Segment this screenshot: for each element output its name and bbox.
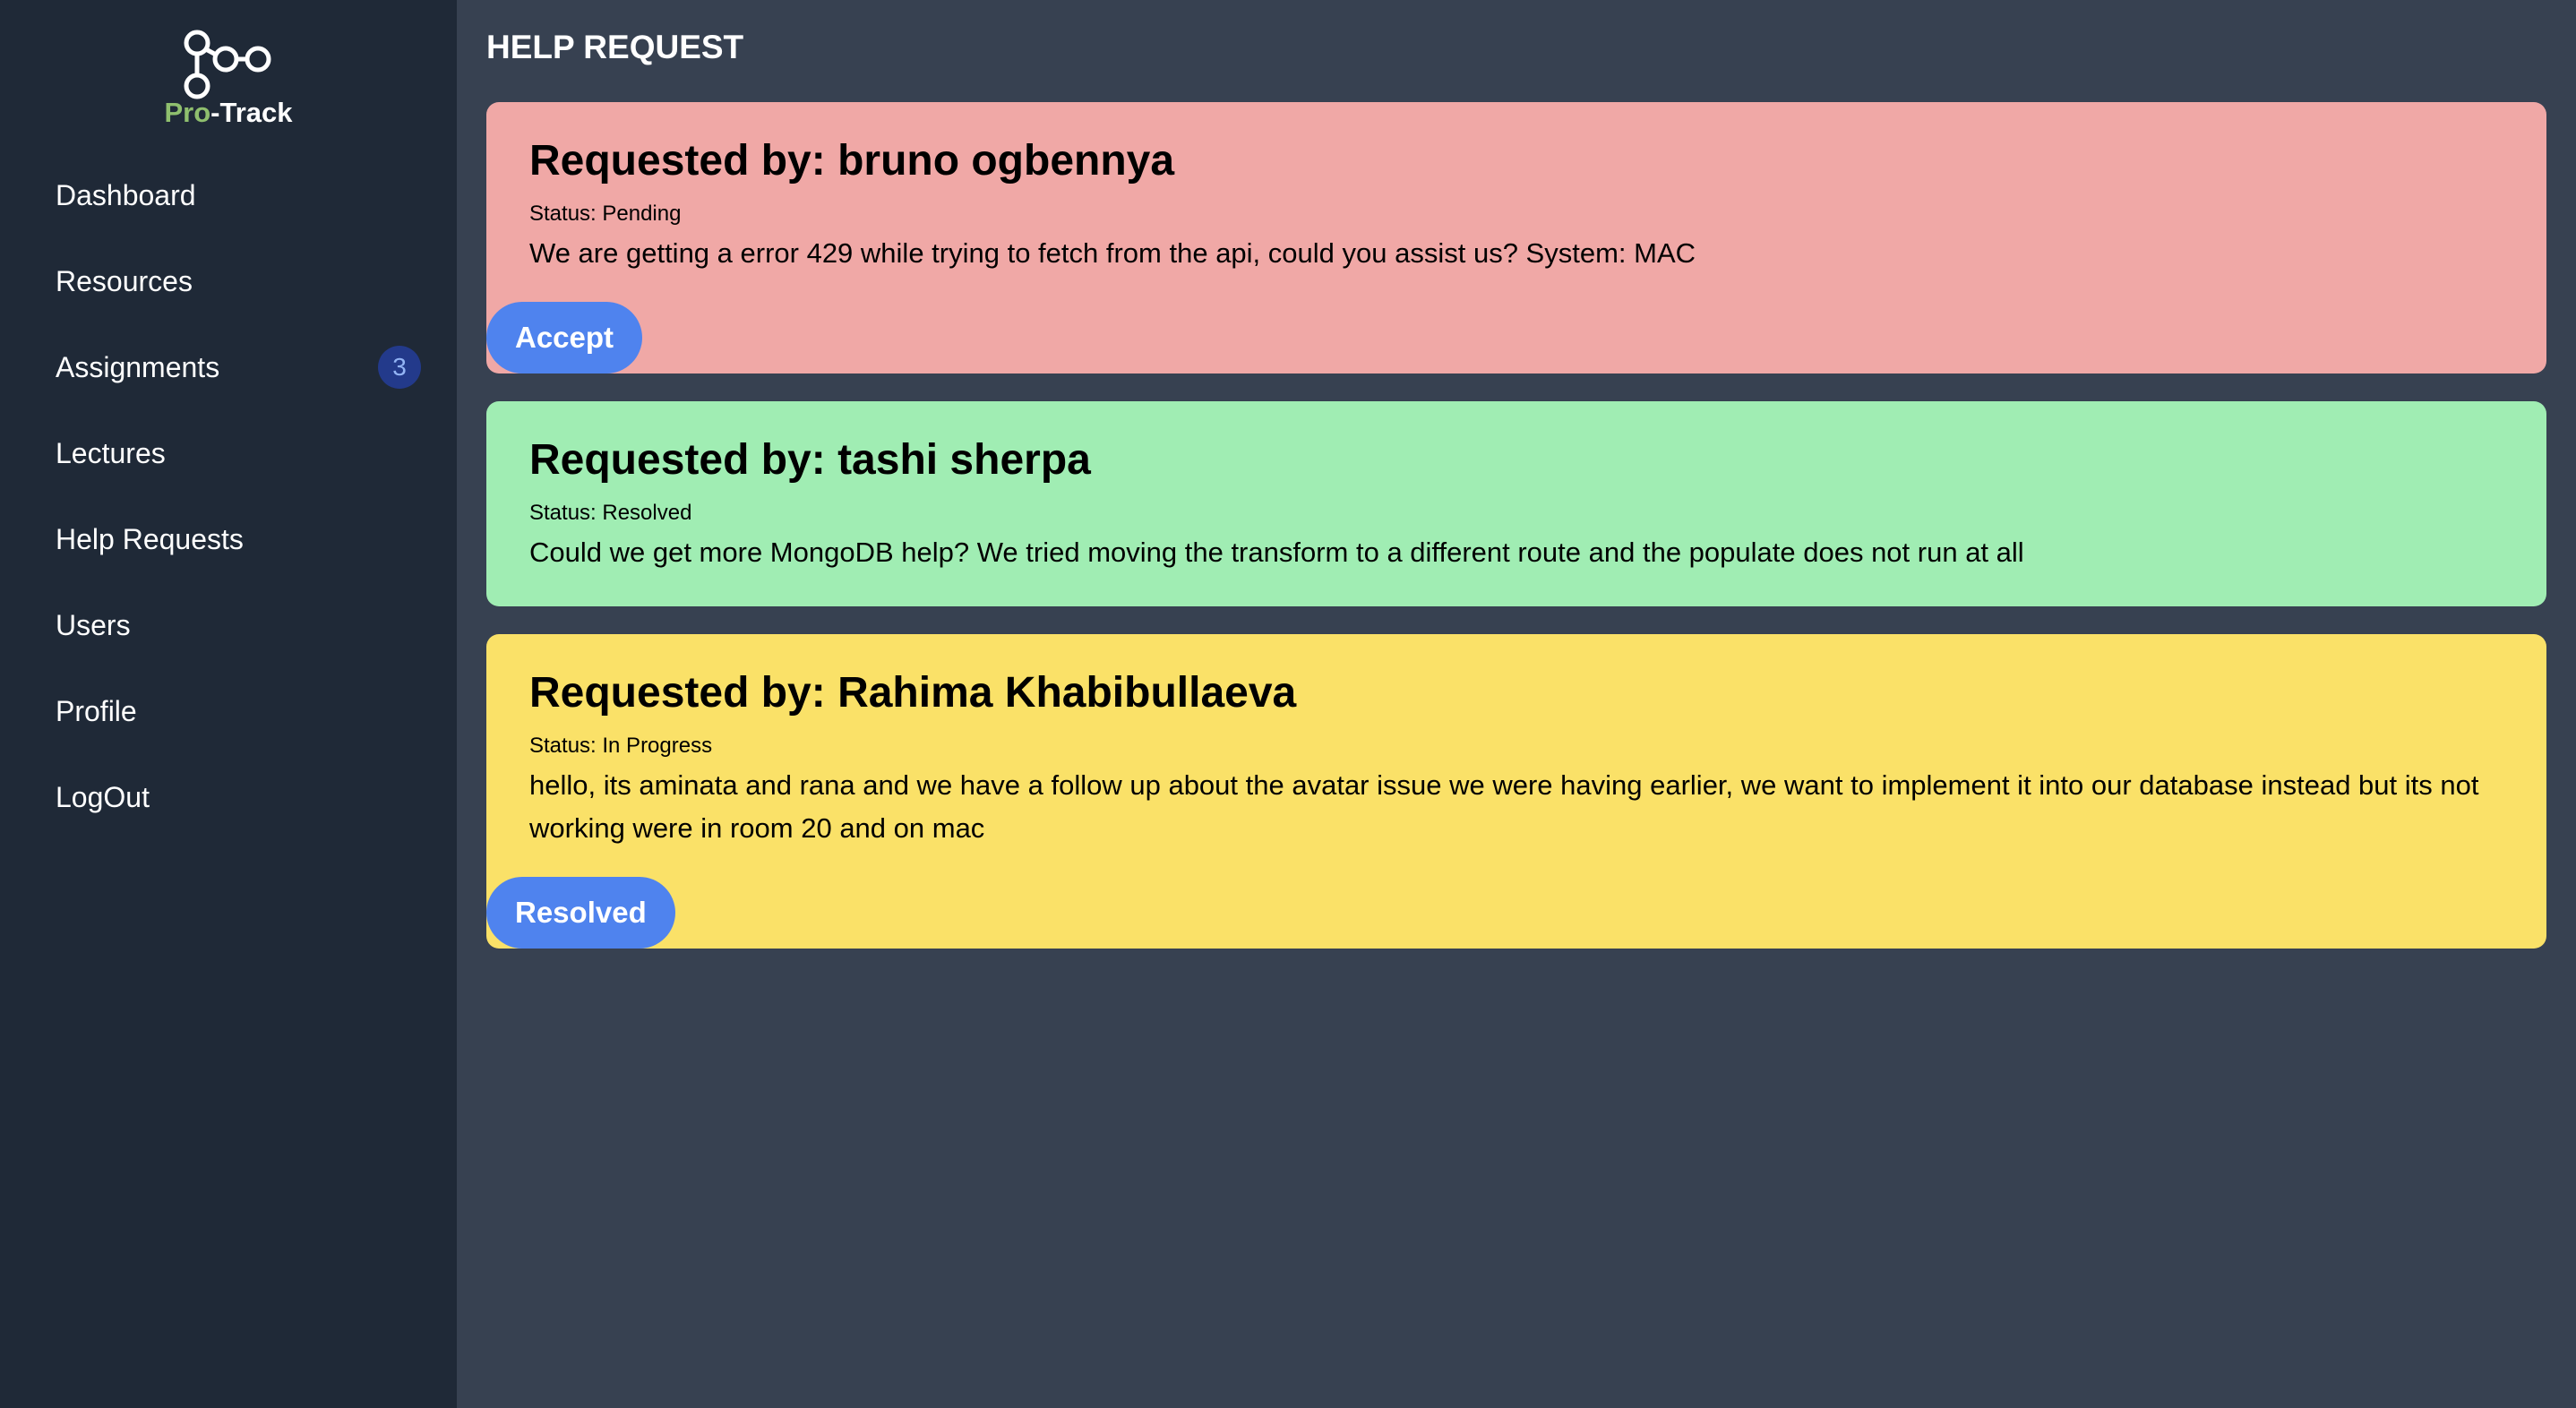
assignments-count-badge: 3	[378, 346, 421, 389]
request-message: hello, its aminata and rana and we have …	[529, 769, 2479, 844]
sidebar-item-label: Dashboard	[56, 178, 196, 211]
sidebar-item-resources[interactable]: Resources	[0, 238, 457, 324]
sidebar-item-assignments[interactable]: Assignments 3	[0, 324, 457, 410]
sidebar-item-label: Assignments	[56, 350, 220, 383]
help-request-card: Requested by: tashi sherpa Status: Resol…	[486, 401, 2546, 606]
sidebar-item-label: Resources	[56, 264, 193, 297]
sidebar-item-label: Lectures	[56, 436, 166, 469]
logo-text-track: -Track	[210, 97, 293, 128]
logo[interactable]: Pro-Track	[0, 27, 457, 129]
sidebar-item-dashboard[interactable]: Dashboard	[0, 152, 457, 238]
main-content: HELP REQUEST Requested by: bruno ogbenny…	[457, 0, 2576, 1408]
sidebar-item-label: Users	[56, 608, 131, 641]
help-request-card: Requested by: bruno ogbennya Status: Pen…	[486, 102, 2546, 373]
request-message: We are getting a error 429 while trying …	[529, 237, 1696, 269]
logo-icon	[184, 30, 271, 99]
sidebar-item-profile[interactable]: Profile	[0, 668, 457, 754]
logo-text-pro: Pro	[164, 97, 211, 128]
sidebar-item-logout[interactable]: LogOut	[0, 754, 457, 840]
sidebar-item-users[interactable]: Users	[0, 582, 457, 668]
accept-button[interactable]: Accept	[486, 302, 643, 373]
request-message: Could we get more MongoDB help? We tried…	[529, 537, 2024, 568]
sidebar-item-label: Profile	[56, 694, 137, 727]
request-status: Status: Pending	[529, 202, 682, 226]
request-heading: Requested by: bruno ogbennya	[529, 137, 1175, 185]
sidebar-item-lectures[interactable]: Lectures	[0, 410, 457, 496]
sidebar-nav: Dashboard Resources Assignments 3 Lecture…	[0, 152, 457, 840]
resolved-button[interactable]: Resolved	[486, 877, 675, 949]
request-status: Status: Resolved	[529, 501, 692, 525]
request-heading: Requested by: tashi sherpa	[529, 436, 1091, 484]
request-status: Status: In Progress	[529, 734, 713, 758]
sidebar-item-help-requests[interactable]: Help Requests	[0, 496, 457, 582]
help-request-card: Requested by: Rahima Khabibullaeva Statu…	[486, 634, 2546, 949]
sidebar-item-label: LogOut	[56, 780, 150, 813]
request-heading: Requested by: Rahima Khabibullaeva	[529, 669, 1297, 717]
sidebar-item-label: Help Requests	[56, 522, 244, 555]
sidebar: Pro-Track Dashboard Resources Assignment…	[0, 0, 457, 1408]
page-title: HELP REQUEST	[486, 29, 744, 65]
